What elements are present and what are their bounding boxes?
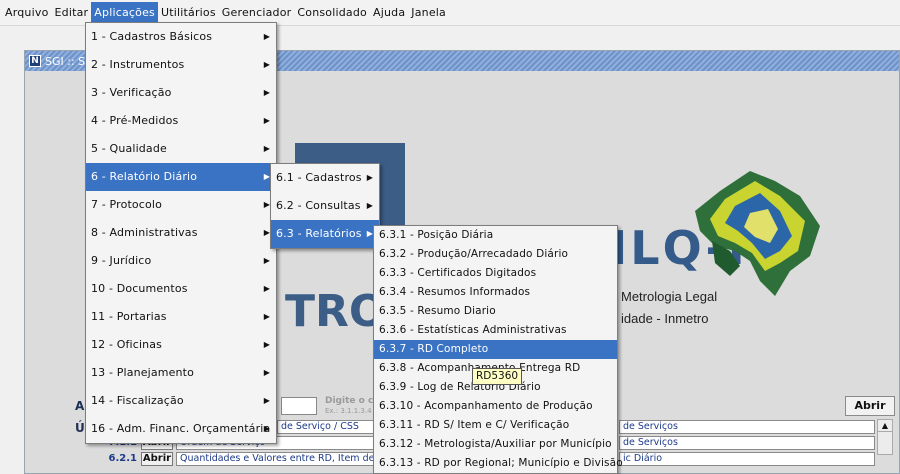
- menu-item-label: 14 - Fiscalização: [91, 394, 184, 407]
- menu-item-cadastros-basicos[interactable]: 1 - Cadastros Básicos ▶: [86, 23, 276, 51]
- menu-item-fiscalizacao[interactable]: 14 - Fiscalização ▶: [86, 387, 276, 415]
- submenu-arrow-icon: ▶: [263, 144, 270, 153]
- menu-item-resumos-informados[interactable]: 6.3.4 - Resumos Informados: [374, 283, 617, 302]
- submenu-arrow-icon: ▶: [366, 173, 373, 182]
- submenu-arrow-icon: ▶: [263, 396, 270, 405]
- aplicacoes-menu: 1 - Cadastros Básicos ▶ 2 - Instrumentos ▶…: [85, 22, 277, 444]
- recent-row-code: 6.2.1: [108, 453, 137, 464]
- menu-consolidado[interactable]: Consolidado: [294, 2, 370, 23]
- submenu-arrow-icon: ▶: [263, 32, 270, 41]
- menu-item-certificados-digitados[interactable]: 6.3.3 - Certificados Digitados: [374, 264, 617, 283]
- submenu-arrow-icon: ▶: [263, 312, 270, 321]
- relatorios-submenu: 6.3.1 - Posição Diária 6.3.2 - Produção/…: [373, 225, 623, 474]
- menu-item-label: 1 - Cadastros Básicos: [91, 30, 213, 43]
- frame-title: SGI :: S: [45, 54, 86, 68]
- brazil-map-icon: [695, 171, 820, 296]
- menu-item-protocolo[interactable]: 7 - Protocolo ▶: [86, 191, 276, 219]
- submenu-arrow-icon: ▶: [263, 256, 270, 265]
- menu-item-label: 9 - Jurídico: [91, 254, 152, 267]
- menu-item-label: 2 - Instrumentos: [91, 58, 185, 71]
- scroll-up-icon[interactable]: ▲: [878, 420, 892, 432]
- menu-item-rd-cadastros[interactable]: 6.1 - Cadastros ▶: [271, 164, 379, 192]
- recent-row-open-button[interactable]: Abrir: [141, 452, 173, 466]
- menu-item-posicao-diaria[interactable]: 6.3.1 - Posição Diária: [374, 226, 617, 245]
- menu-ajuda[interactable]: Ajuda: [370, 2, 408, 23]
- menu-item-label: 11 - Portarias: [91, 310, 167, 323]
- access-label: A: [75, 399, 85, 413]
- submenu-arrow-icon: ▶: [263, 424, 270, 433]
- menu-item-administrativas[interactable]: 8 - Administrativas ▶: [86, 219, 276, 247]
- menu-item-label: 6 - Relatório Diário: [91, 170, 198, 183]
- menu-item-label: 16 - Adm. Financ. Orçamentária: [91, 422, 271, 435]
- menu-item-label: 6.3 - Relatórios: [276, 227, 362, 240]
- submenu-arrow-icon: ▶: [263, 368, 270, 377]
- menu-aplicacoes[interactable]: Aplicações: [91, 2, 158, 23]
- path-input[interactable]: [281, 397, 317, 415]
- submenu-arrow-icon: ▶: [263, 88, 270, 97]
- splash-line-2: idade - Inmetro: [621, 311, 709, 326]
- menu-item-pre-medidos[interactable]: 4 - Pré-Medidos ▶: [86, 107, 276, 135]
- menu-utilitarios[interactable]: Utilitários: [158, 2, 219, 23]
- menu-item-rd-completo[interactable]: 6.3.7 - RD Completo: [374, 340, 617, 359]
- recent-row-desc-right: ic Diário: [619, 452, 875, 466]
- menu-item-rd-relatorios[interactable]: 6.3 - Relatórios ▶: [271, 220, 379, 248]
- recent-row-desc-right: de Serviços: [619, 420, 875, 434]
- menu-item-juridico[interactable]: 9 - Jurídico ▶: [86, 247, 276, 275]
- recent-row-desc-right: de Serviços: [619, 436, 875, 450]
- menu-item-label: 4 - Pré-Medidos: [91, 114, 179, 127]
- tooltip: RD5360: [472, 368, 523, 385]
- menu-item-oficinas[interactable]: 12 - Oficinas ▶: [86, 331, 276, 359]
- submenu-arrow-icon: ▶: [263, 284, 270, 293]
- menu-item-planejamento[interactable]: 13 - Planejamento ▶: [86, 359, 276, 387]
- menu-item-label: 3 - Verificação: [91, 86, 172, 99]
- menu-item-rd-sem-item[interactable]: 6.3.11 - RD S/ Item e C/ Verificação: [374, 416, 617, 435]
- menu-item-rd-consultas[interactable]: 6.2 - Consultas ▶: [271, 192, 379, 220]
- menu-janela[interactable]: Janela: [408, 2, 449, 23]
- menu-item-label: 6.1 - Cadastros: [276, 171, 362, 184]
- menu-item-rd-regional[interactable]: 6.3.13 - RD por Regional; Município e Di…: [374, 454, 623, 473]
- menu-item-resumo-diario[interactable]: 6.3.5 - Resumo Diario: [374, 302, 617, 321]
- menu-item-label: 10 - Documentos: [91, 282, 188, 295]
- menu-item-verificacao[interactable]: 3 - Verificação ▶: [86, 79, 276, 107]
- menu-item-documentos[interactable]: 10 - Documentos ▶: [86, 275, 276, 303]
- menu-editar[interactable]: Editar: [52, 2, 92, 23]
- app-icon: N: [29, 55, 41, 67]
- submenu-arrow-icon: ▶: [263, 60, 270, 69]
- menu-item-producao-arrecadado[interactable]: 6.3.2 - Produção/Arrecadado Diário: [374, 245, 617, 264]
- open-path-button[interactable]: Abrir: [845, 396, 895, 416]
- submenu-arrow-icon: ▶: [263, 340, 270, 349]
- menu-item-label: 7 - Protocolo: [91, 198, 162, 211]
- menu-item-portarias[interactable]: 11 - Portarias ▶: [86, 303, 276, 331]
- menu-item-label: 13 - Planejamento: [91, 366, 194, 379]
- menu-item-instrumentos[interactable]: 2 - Instrumentos ▶: [86, 51, 276, 79]
- menu-item-acompanhamento-producao[interactable]: 6.3.10 - Acompanhamento de Produção: [374, 397, 617, 416]
- menu-item-relatorio-diario[interactable]: 6 - Relatório Diário ▶: [86, 163, 276, 191]
- menu-item-label: 5 - Qualidade: [91, 142, 167, 155]
- recent-scrollbar[interactable]: ▲: [877, 419, 893, 455]
- recent-row-desc: Quantidades e Valores entre RD, Item de …: [176, 452, 397, 466]
- menu-item-label: 12 - Oficinas: [91, 338, 163, 351]
- menu-item-label: 8 - Administrativas: [91, 226, 198, 239]
- submenu-arrow-icon: ▶: [366, 201, 373, 210]
- menu-item-qualidade[interactable]: 5 - Qualidade ▶: [86, 135, 276, 163]
- menu-item-estatisticas-administrativas[interactable]: 6.3.6 - Estatísticas Administrativas: [374, 321, 617, 340]
- menu-item-adm-financ[interactable]: 16 - Adm. Financ. Orçamentária ▶: [86, 415, 276, 443]
- menu-item-label: 6.2 - Consultas: [276, 199, 361, 212]
- inmetro-logo-text: TRO: [285, 286, 387, 337]
- submenu-arrow-icon: ▶: [263, 116, 270, 125]
- relatorio-diario-submenu: 6.1 - Cadastros ▶ 6.2 - Consultas ▶ 6.3 - …: [270, 163, 380, 249]
- menu-gerenciador[interactable]: Gerenciador: [219, 2, 295, 23]
- menu-arquivo[interactable]: Arquivo: [2, 2, 52, 23]
- menu-item-metrologista-municipio[interactable]: 6.3.12 - Metrologista/Auxiliar por Munic…: [374, 435, 617, 454]
